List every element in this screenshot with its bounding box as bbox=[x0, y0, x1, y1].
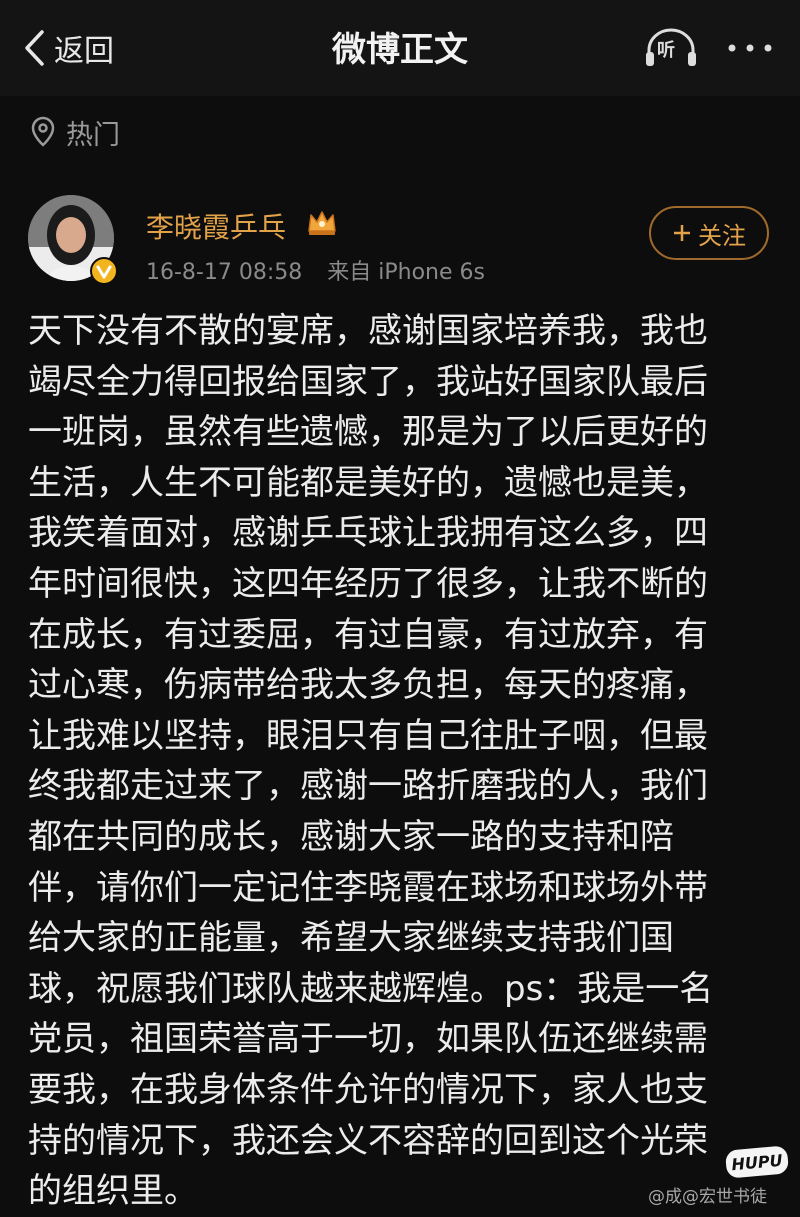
post-line: 都在共同的成长，感谢大家一路的支持和陪 bbox=[28, 816, 674, 857]
avatar[interactable] bbox=[28, 195, 122, 289]
post-line: 球，祝愿我们球队越来越辉煌。ps：我是一名 bbox=[28, 968, 714, 1009]
post-line: 一班岗，虽然有些遗憾，那是为了以后更好的 bbox=[28, 412, 708, 453]
post-line: 终我都走过来了，感谢一路折磨我的人，我们 bbox=[28, 766, 708, 807]
post-line: 竭尽全力得回报给国家了，我站好国家队最后 bbox=[28, 361, 708, 402]
hot-tag[interactable]: 热门 bbox=[28, 112, 120, 152]
post-line: 持的情况下，我还会义不容辞的回到这个光荣 bbox=[28, 1120, 708, 1161]
post-line: 伴，请你们一定记住李晓霞在球场和球场外带 bbox=[28, 867, 708, 908]
post-line: 在成长，有过委屈，有过自豪，有过放弃，有 bbox=[28, 614, 708, 655]
username[interactable]: 李晓霞乒乓 bbox=[146, 206, 286, 246]
post-line: 给大家的正能量，希望大家继续支持我们国 bbox=[28, 918, 674, 959]
post-date: 16-8-17 08:58 bbox=[146, 260, 303, 285]
location-pin-icon bbox=[31, 116, 55, 147]
crown-icon bbox=[308, 211, 336, 235]
post-line: 天下没有不散的宴席，感谢国家培养我，我也 bbox=[28, 311, 708, 351]
post-source: 来自 iPhone 6s bbox=[327, 260, 485, 285]
navigation-bar: 返回 微博正文 听 bbox=[0, 0, 800, 96]
more-dots-icon[interactable] bbox=[722, 30, 778, 66]
follow-button[interactable]: 关注 bbox=[649, 206, 769, 260]
watermark-text: @成@宏世书徒 bbox=[648, 1187, 767, 1207]
follow-label: 关注 bbox=[698, 221, 746, 250]
post-body: 天下没有不散的宴席，感谢国家培养我，我也 竭尽全力得回报给国家了，我站好国家队最… bbox=[28, 306, 778, 1217]
post-line: 年时间很快，这四年经历了很多，让我不断的 bbox=[28, 563, 708, 604]
post-meta: 16-8-17 08:58 来自 iPhone 6s bbox=[146, 254, 485, 286]
listen-button[interactable]: 听 bbox=[643, 24, 699, 72]
verified-v-icon bbox=[90, 257, 118, 285]
post-line: 生活，人生不可能都是美好的，遗憾也是美， bbox=[28, 462, 708, 503]
hot-label: 热门 bbox=[66, 119, 120, 151]
plus-icon bbox=[674, 225, 690, 241]
post-line: 让我难以坚持，眼泪只有自己往肚子咽，但最 bbox=[28, 715, 708, 756]
post-line: 过心寒，伤病带给我太多负担，每天的疼痛， bbox=[28, 665, 708, 706]
post-line: 党员，祖国荣誉高于一切，如果队伍还继续需 bbox=[28, 1019, 708, 1060]
listen-label: 听 bbox=[657, 40, 675, 61]
hupu-logo: HUPU bbox=[724, 1145, 790, 1179]
post-line: 我笑着面对，感谢乒乓球让我拥有这么多，四 bbox=[28, 513, 708, 554]
post-line: 要我，在我身体条件允许的情况下，家人也支 bbox=[28, 1069, 708, 1110]
